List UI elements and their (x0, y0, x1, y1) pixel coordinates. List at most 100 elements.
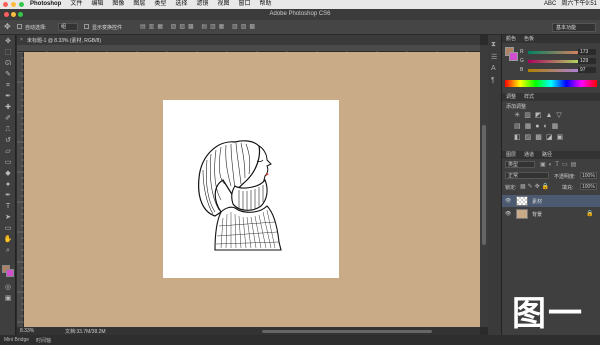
gradient-tool-icon[interactable]: ▭ (3, 159, 13, 167)
path-select-tool-icon[interactable]: ➤ (3, 214, 13, 222)
menu-help[interactable]: 帮助 (259, 0, 271, 9)
transform-checkbox[interactable] (84, 24, 89, 29)
ruler-ticks-vertical (17, 51, 24, 323)
paragraph-panel-icon[interactable]: ¶ (491, 77, 495, 84)
menu-edit[interactable]: 编辑 (91, 0, 103, 9)
slider-r[interactable]: R 173 (520, 49, 598, 55)
options-bar: ✥ 自动选择: 组 显示变换控件 ▤▥▦ ▧▨▩ ▤▥▦ ▧▨▩ 基本功能 (0, 20, 600, 35)
dodge-tool-icon[interactable]: ● (3, 181, 13, 189)
layer-row-background[interactable]: 👁 背景 🔒 (502, 208, 600, 220)
vertical-scroll-thumb[interactable] (482, 125, 486, 245)
tab-mini-bridge[interactable]: Mini Bridge (4, 337, 29, 343)
tab-close-icon[interactable]: × (20, 37, 23, 43)
layer-filter-icons[interactable]: ▣◐T▭▤ (540, 161, 579, 168)
visibility-eye-icon[interactable]: 👁 (505, 211, 511, 217)
menu-file[interactable]: 文件 (70, 0, 82, 9)
fill-label: 填充: (562, 185, 574, 191)
slider-r-value[interactable]: 173 (578, 49, 596, 55)
brush-tool-icon[interactable]: ✐ (3, 115, 13, 123)
tab-paths[interactable]: 路径 (538, 151, 556, 159)
pen-tool-icon[interactable]: ✒ (3, 192, 13, 200)
adjustment-icons-row3[interactable]: ◧▨▩◪▣ (514, 133, 567, 141)
artboard-illustration[interactable] (163, 100, 339, 278)
zoom-dot-icon[interactable] (19, 2, 24, 7)
screen-mode-icon[interactable]: ▣ (3, 295, 13, 303)
menu-filter[interactable]: 滤镜 (196, 0, 208, 9)
menu-view[interactable]: 视图 (217, 0, 229, 9)
history-brush-icon[interactable]: ↺ (3, 137, 13, 145)
menu-type[interactable]: 类型 (154, 0, 166, 9)
quick-select-tool-icon[interactable]: ✎ (3, 71, 13, 79)
layer-name[interactable]: 素材 (532, 198, 542, 205)
move-tool-icon[interactable]: ✥ (3, 38, 13, 46)
eraser-tool-icon[interactable]: ▱ (3, 148, 13, 156)
horizontal-scroll-thumb[interactable] (262, 330, 432, 333)
character-panel-icon[interactable]: A (491, 65, 496, 72)
type-tool-icon[interactable]: T (3, 203, 13, 211)
document-size[interactable]: 文档:33.7M/38.2M (65, 328, 106, 335)
tab-layers[interactable]: 图层 (502, 151, 520, 159)
properties-panel-icon[interactable]: ☰ (491, 53, 497, 61)
background-color-swatch[interactable] (6, 269, 14, 277)
visibility-eye-icon[interactable]: 👁 (505, 198, 511, 204)
minimize-dot-icon[interactable] (11, 2, 16, 7)
tab-channels[interactable]: 通道 (520, 151, 538, 159)
adjustment-icons-row1[interactable]: ☀▥◩▲▽ (514, 111, 566, 119)
lasso-tool-icon[interactable]: ᘏ (3, 60, 13, 68)
stamp-tool-icon[interactable]: ⎍ (3, 126, 13, 134)
quick-mask-icon[interactable]: ◎ (3, 284, 13, 292)
color-spectrum-bar[interactable] (505, 80, 597, 87)
menu-app-name[interactable]: Photoshop (30, 0, 61, 9)
slider-g-value[interactable]: 129 (578, 58, 596, 64)
blur-tool-icon[interactable]: ◆ (3, 170, 13, 178)
align-buttons-icon[interactable]: ▤▥▦ ▧▨▩ ▤▥▦ ▧▨▩ (140, 23, 258, 30)
auto-select-label: 自动选择: (25, 25, 47, 31)
zoom-tool-icon[interactable]: ⌕ (3, 247, 13, 255)
zoom-level[interactable]: 8.33% (20, 328, 34, 334)
document-tab-title: 未标题-1 @ 8.33% (素材, RGB/8) (27, 38, 101, 44)
tab-color[interactable]: 颜色 (502, 35, 520, 43)
adjustment-icons-row2[interactable]: ▤▦●◐▦ (514, 122, 562, 130)
eyedropper-tool-icon[interactable]: ✒ (3, 93, 13, 101)
lock-icons[interactable]: ▦✎✥🔒 (520, 183, 551, 190)
tab-styles[interactable]: 样式 (520, 93, 538, 101)
close-dot-icon[interactable] (3, 2, 8, 7)
slider-b[interactable]: B 97 (520, 67, 598, 73)
crop-tool-icon[interactable]: ⌗ (3, 82, 13, 90)
menu-layer[interactable]: 图层 (133, 0, 145, 9)
healing-tool-icon[interactable]: ✚ (3, 104, 13, 112)
input-method[interactable]: ABC (544, 0, 556, 9)
blend-mode-dropdown[interactable]: 正常 (505, 172, 549, 179)
ruler-horizontal (16, 45, 480, 58)
menu-image[interactable]: 图像 (112, 0, 124, 9)
layer-kind-filter[interactable]: 类型 (505, 161, 535, 168)
marquee-tool-icon[interactable]: ⬚ (3, 49, 13, 57)
slider-g[interactable]: G 129 (520, 58, 598, 64)
menu-window[interactable]: 窗口 (238, 0, 250, 9)
layer-row-sucai[interactable]: 👁 素材 (502, 195, 600, 207)
layer-thumbnail (516, 196, 528, 206)
vertical-scrollbar[interactable] (480, 45, 488, 327)
tab-timeline[interactable]: 时间轴 (36, 337, 51, 344)
history-panel-icon[interactable]: ⧗ (491, 41, 496, 49)
window-title: Adobe Photoshop CS6 (269, 11, 331, 17)
opacity-value[interactable]: 100% (580, 172, 597, 179)
color-panel-background[interactable] (509, 52, 518, 61)
slider-b-value[interactable]: 97 (578, 67, 596, 73)
shape-tool-icon[interactable]: ▭ (3, 225, 13, 233)
document-tab[interactable]: × 未标题-1 @ 8.33% (素材, RGB/8) (17, 35, 480, 45)
hand-tool-icon[interactable]: ✋ (3, 236, 13, 244)
panel-dock-strip: ⧗ ☰ A ¶ (488, 35, 502, 335)
auto-select-checkbox[interactable] (17, 24, 22, 29)
tab-swatches[interactable]: 色板 (520, 35, 538, 43)
auto-select-dropdown[interactable]: 组 (58, 23, 78, 31)
move-tool-icon[interactable]: ✥ (4, 23, 11, 31)
tab-adjustments[interactable]: 调整 (502, 93, 520, 101)
workspace-switcher[interactable]: 基本功能 (552, 23, 596, 32)
menu-select[interactable]: 选择 (175, 0, 187, 9)
adjust-panel-title: 添加调整 (506, 104, 527, 110)
fill-value[interactable]: 100% (580, 183, 597, 190)
layer-name[interactable]: 背景 (532, 211, 542, 218)
transform-label: 显示变换控件 (92, 25, 123, 31)
clock[interactable]: 周六下午9:51 (561, 0, 597, 9)
